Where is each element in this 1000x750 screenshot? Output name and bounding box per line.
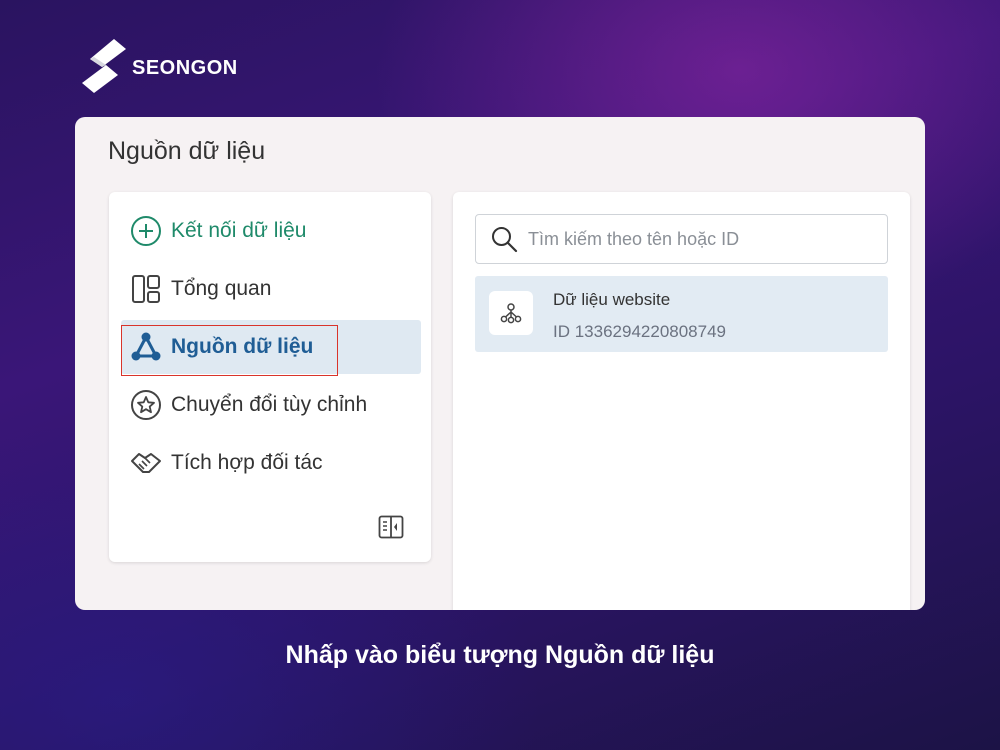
sidebar-item-label: Chuyển đổi tùy chỉnh — [171, 393, 368, 416]
sidebar: Kết nối dữ liệu Tổng quan Nguồn dữ liệu … — [109, 192, 431, 562]
search-input[interactable] — [526, 227, 860, 251]
sidebar-item-label: Kết nối dữ liệu — [171, 219, 307, 242]
highlight-box — [121, 325, 338, 376]
star-circle-icon — [129, 388, 163, 422]
data-sources-card: Nguồn dữ liệu Kết nối dữ liệu Tổng quan … — [75, 117, 925, 610]
seongon-logo: SEONGON — [80, 37, 238, 95]
network-icon — [489, 291, 533, 335]
page-title: Nguồn dữ liệu — [108, 137, 266, 165]
layout-icon — [129, 272, 163, 306]
handshake-icon — [129, 446, 163, 480]
plus-circle-icon — [129, 214, 163, 248]
sidebar-item-connect-data[interactable]: Kết nối dữ liệu — [121, 204, 421, 258]
search-icon — [488, 223, 520, 255]
panel-collapse-icon — [378, 515, 404, 539]
sidebar-item-label: Tích hợp đối tác — [171, 451, 323, 474]
data-source-id: ID 1336294220808749 — [553, 322, 726, 341]
sidebar-item-overview[interactable]: Tổng quan — [121, 262, 421, 316]
seongon-logo-icon — [82, 39, 126, 93]
data-source-name: Dữ liệu website — [553, 290, 671, 309]
data-source-item[interactable]: Dữ liệu website ID 1336294220808749 — [475, 276, 888, 352]
caption: Nhấp vào biểu tượng Nguồn dữ liệu — [285, 641, 715, 669]
search-box[interactable] — [475, 214, 888, 264]
collapse-sidebar-button[interactable] — [377, 513, 405, 541]
brand-name: SEONGON — [132, 56, 238, 79]
sidebar-item-partner-integrations[interactable]: Tích hợp đối tác — [121, 436, 421, 490]
sidebar-item-custom-conversions[interactable]: Chuyển đổi tùy chỉnh — [121, 378, 421, 432]
main-panel: Dữ liệu website ID 1336294220808749 — [453, 192, 910, 610]
sidebar-item-label: Tổng quan — [171, 277, 272, 300]
